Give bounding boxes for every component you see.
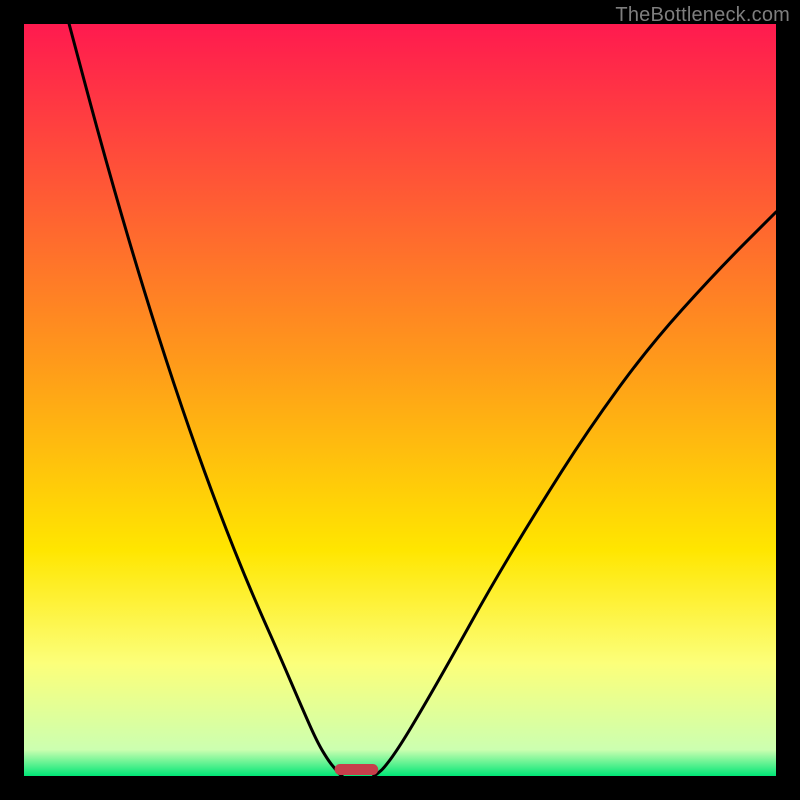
bottleneck-chart	[24, 24, 776, 776]
chart-frame: TheBottleneck.com	[0, 0, 800, 800]
watermark-text: TheBottleneck.com	[615, 4, 790, 27]
marker-group	[335, 764, 379, 775]
base-marker	[335, 764, 379, 775]
gradient-background	[24, 24, 776, 776]
